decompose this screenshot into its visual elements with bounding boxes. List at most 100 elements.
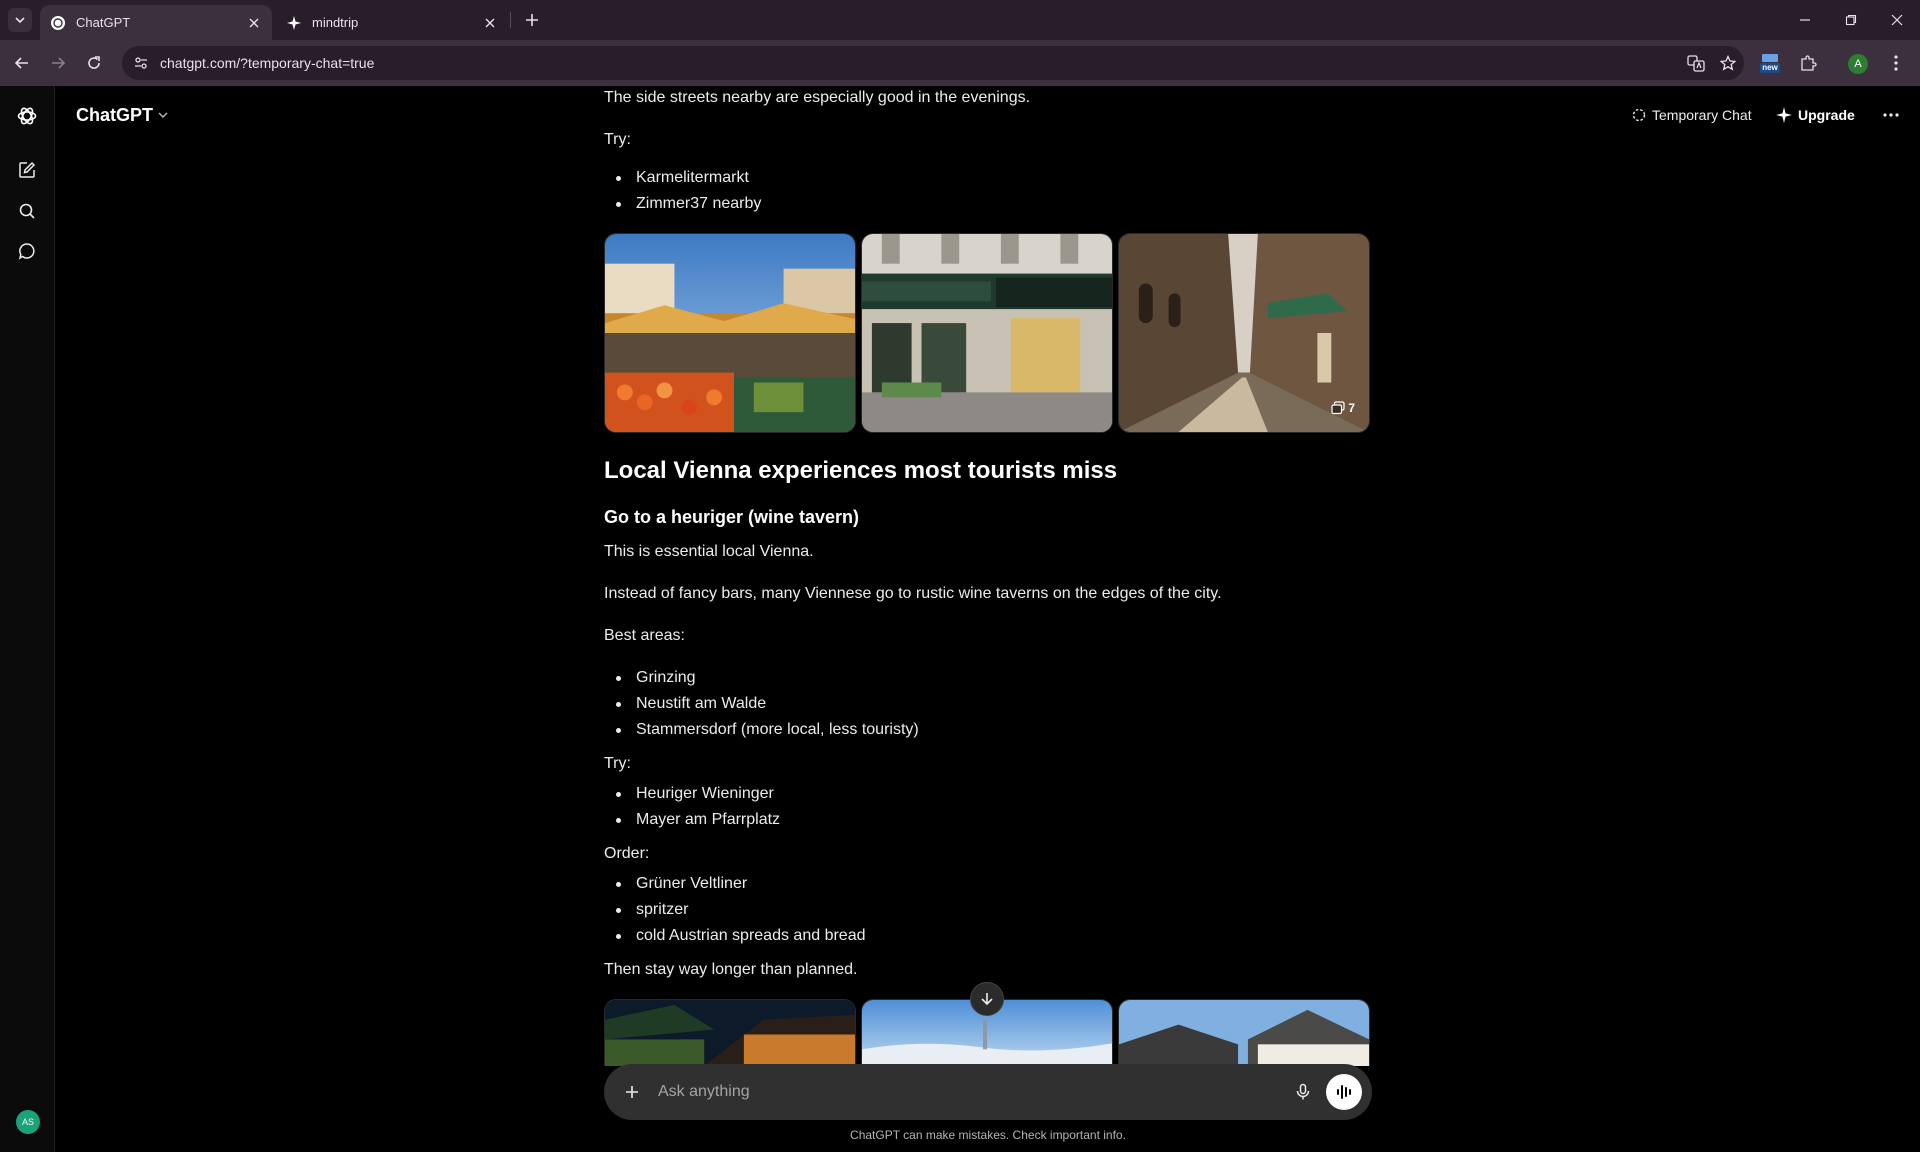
closing-line: Then stay way longer than planned. xyxy=(604,961,858,978)
dashed-circle-icon xyxy=(1632,108,1646,122)
list-item: cold Austrian spreads and bread xyxy=(615,924,865,948)
extension-badge: new xyxy=(1760,63,1780,73)
close-window-button[interactable] xyxy=(1874,0,1920,40)
minimize-button[interactable] xyxy=(1782,0,1828,40)
upgrade-button[interactable]: Upgrade xyxy=(1776,100,1855,130)
add-attachment-button[interactable] xyxy=(616,1076,648,1108)
gallery-image-heuriger-night[interactable] xyxy=(604,999,856,1066)
user-avatar[interactable]: AS xyxy=(16,1110,40,1134)
try-label: Try: xyxy=(604,755,631,772)
model-switcher[interactable]: ChatGPT xyxy=(76,100,169,130)
chat-bubble-icon xyxy=(18,243,35,260)
kebab-menu-icon xyxy=(1894,55,1898,71)
new-chat-button[interactable] xyxy=(12,155,42,185)
paragraph: This is essential local Vienna. xyxy=(604,543,814,560)
browser-tab-bar: ChatGPT mindtrip xyxy=(0,0,1920,40)
upgrade-label: Upgrade xyxy=(1798,107,1855,123)
assistant-message: The side streets nearby are especially g… xyxy=(604,86,1372,1066)
site-info-icon[interactable] xyxy=(126,48,156,78)
url-text[interactable]: chatgpt.com/?temporary-chat=true xyxy=(160,55,1680,71)
gallery-image-konditorei[interactable] xyxy=(861,233,1113,433)
model-name: ChatGPT xyxy=(76,104,154,125)
forward-button[interactable] xyxy=(44,49,72,77)
voice-mode-button[interactable] xyxy=(1326,1074,1362,1110)
chats-button[interactable] xyxy=(12,236,42,266)
list-item: Grinzing xyxy=(616,666,696,690)
dictate-button[interactable] xyxy=(1286,1075,1320,1109)
tab-separator xyxy=(510,12,511,28)
sub-heading: Go to a heuriger (wine tavern) xyxy=(604,507,860,527)
tab-title: mindtrip xyxy=(312,15,359,30)
browser-toolbar: chatgpt.com/?temporary-chat=true new A xyxy=(0,40,1920,86)
search-icon xyxy=(19,203,35,219)
new-tab-button[interactable] xyxy=(520,8,544,32)
plus-icon xyxy=(526,14,538,26)
list-item: Heuriger Wieninger xyxy=(616,782,774,806)
composer xyxy=(604,1064,1372,1120)
minimize-icon xyxy=(1800,19,1810,21)
tab-chatgpt[interactable]: ChatGPT xyxy=(40,5,272,40)
ellipsis-icon xyxy=(1883,113,1899,117)
best-areas-label: Best areas: xyxy=(604,627,685,644)
edit-icon xyxy=(19,161,36,178)
intro-line: The side streets nearby are especially g… xyxy=(604,89,1031,106)
puzzle-icon xyxy=(1801,55,1817,71)
translate-icon xyxy=(1687,55,1705,72)
temporary-chat-toggle[interactable]: Temporary Chat xyxy=(1632,100,1752,130)
section-heading: Local Vienna experiences most tourists m… xyxy=(604,457,1118,484)
disclaimer-text: ChatGPT can make mistakes. Check importa… xyxy=(850,1128,1126,1142)
star-icon xyxy=(1720,55,1736,71)
microphone-icon xyxy=(1296,1083,1310,1100)
tab-search-button[interactable] xyxy=(8,8,32,32)
restore-icon xyxy=(1845,14,1857,26)
extension-monitor-icon xyxy=(1762,54,1778,62)
gallery-image-heuriger-house[interactable] xyxy=(1118,999,1370,1066)
tab-title: ChatGPT xyxy=(76,15,131,30)
list-item: Zimmer37 nearby xyxy=(615,192,761,216)
arrow-left-icon xyxy=(14,57,28,69)
scroll-to-bottom-button[interactable] xyxy=(970,982,1004,1016)
search-chats-button[interactable] xyxy=(12,196,42,226)
more-options-button[interactable] xyxy=(1876,100,1906,130)
gallery-image-side-street[interactable]: 7 xyxy=(1118,233,1370,433)
translate-button[interactable] xyxy=(1680,48,1712,78)
back-button[interactable] xyxy=(8,49,36,77)
order-label: Order: xyxy=(604,845,650,862)
list-item: Neustift am Walde xyxy=(615,692,766,716)
close-icon[interactable] xyxy=(482,15,498,31)
sidebar-rail: AS xyxy=(0,86,55,1152)
tab-mindtrip[interactable]: mindtrip xyxy=(276,5,508,40)
openai-logo-button[interactable] xyxy=(12,101,42,131)
bookmark-button[interactable] xyxy=(1712,48,1744,78)
reload-button[interactable] xyxy=(80,49,108,77)
image-count: 7 xyxy=(1348,401,1355,415)
image-count-badge: 7 xyxy=(1331,396,1355,420)
browser-menu-button[interactable] xyxy=(1882,49,1910,77)
list-item: Mayer am Pfarrplatz xyxy=(615,808,780,832)
address-bar[interactable]: chatgpt.com/?temporary-chat=true xyxy=(122,46,1744,80)
mindtrip-favicon-icon xyxy=(286,15,302,31)
gallery-image-market[interactable] xyxy=(604,233,856,433)
arrow-right-icon xyxy=(52,57,66,69)
openai-logo-icon xyxy=(17,107,37,125)
extensions-button[interactable] xyxy=(1794,49,1822,77)
close-icon[interactable] xyxy=(246,15,262,31)
chatgpt-favicon-icon xyxy=(50,15,66,31)
image-gallery: 7 xyxy=(604,233,1372,433)
reload-icon xyxy=(88,56,100,69)
try-label: Try: xyxy=(604,131,631,148)
list-item: Grüner Veltliner xyxy=(615,872,747,896)
arrow-down-icon xyxy=(981,993,993,1006)
list-item: spritzer xyxy=(615,898,688,922)
sparkle-icon xyxy=(1776,107,1792,123)
chevron-down-icon xyxy=(158,112,168,119)
temporary-chat-label: Temporary Chat xyxy=(1652,107,1752,123)
close-icon xyxy=(1891,14,1903,26)
list-item: Stammersdorf (more local, less touristy) xyxy=(616,718,919,742)
extension-new-button[interactable]: new xyxy=(1756,49,1784,77)
chevron-down-icon xyxy=(15,17,25,24)
prompt-input[interactable] xyxy=(658,1083,1286,1101)
profile-avatar[interactable]: A xyxy=(1848,54,1868,74)
restore-button[interactable] xyxy=(1828,0,1874,40)
images-icon xyxy=(1331,401,1345,415)
